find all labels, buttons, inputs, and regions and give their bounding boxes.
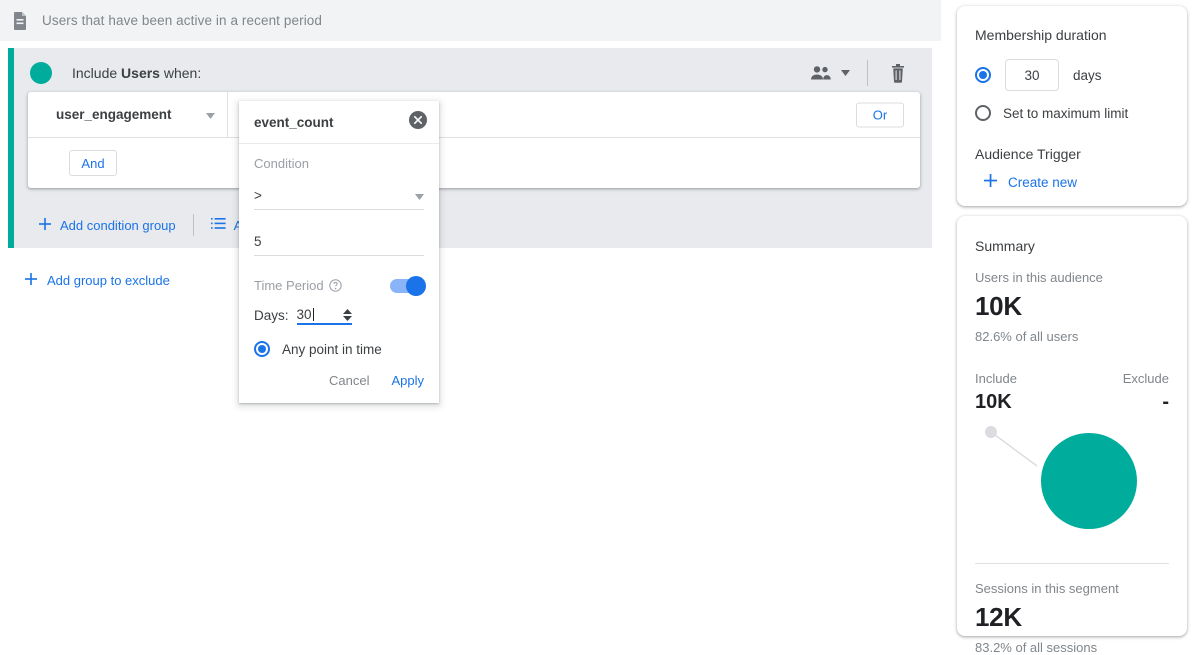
group-toolbar — [805, 48, 914, 98]
duration-days-input[interactable]: 30 — [1005, 59, 1059, 91]
popover-actions: Cancel Apply — [239, 357, 439, 403]
plus-icon — [983, 173, 998, 191]
people-icon[interactable] — [805, 57, 837, 89]
sessions-block: Sessions in this segment 12K 83.2% of al… — [975, 581, 1169, 655]
summary-divider — [975, 563, 1169, 564]
create-new-trigger-link[interactable]: Create new — [983, 173, 1169, 191]
max-limit-option[interactable]: Set to maximum limit — [975, 105, 1169, 121]
include-label: Include — [975, 371, 1017, 386]
toggle-knob — [406, 276, 426, 296]
condition-editor-popover: event_count Condition > 5 Time Period — [239, 101, 439, 403]
summary-card: Summary Users in this audience 10K 82.6%… — [957, 216, 1187, 636]
operator-value: > — [254, 188, 415, 203]
days-value: 30 — [297, 307, 343, 322]
membership-duration-card: Membership duration 30 days Set to maxim… — [957, 6, 1187, 206]
include-scope: Users — [121, 65, 160, 81]
max-limit-label: Set to maximum limit — [1003, 106, 1128, 121]
days-label: Days: — [254, 308, 289, 325]
or-button[interactable]: Or — [856, 102, 904, 127]
sequence-list-icon — [211, 217, 226, 233]
include-condition-group: Include Users when: — [8, 48, 932, 248]
condition-card: user_engagement Or And — [28, 92, 920, 188]
add-condition-group-link[interactable]: Add condition group — [38, 217, 176, 234]
group-color-dot — [30, 62, 52, 84]
apply-button[interactable]: Apply — [391, 373, 424, 388]
radio-selected-icon — [254, 341, 270, 357]
time-period-label: Time Period — [254, 278, 324, 293]
duration-days-unit: days — [1073, 68, 1102, 83]
page-title: Users that have been active in a recent … — [42, 13, 322, 28]
toolbar-divider — [867, 60, 868, 86]
dropdown-arrow-icon — [415, 188, 424, 203]
operator-select[interactable]: > — [254, 181, 424, 210]
include-group-header: Include Users when: — [14, 48, 932, 98]
add-group-to-exclude-link[interactable]: Add group to exclude — [24, 272, 170, 289]
add-group-to-exclude-label: Add group to exclude — [47, 273, 170, 288]
page-header: Users that have been active in a recent … — [0, 0, 941, 41]
and-row: And — [28, 138, 920, 188]
exclude-value: - — [1162, 391, 1169, 414]
value-text: 5 — [254, 234, 424, 249]
help-circle-icon[interactable] — [329, 279, 342, 292]
any-point-in-time-label: Any point in time — [282, 342, 382, 357]
plus-icon — [24, 272, 38, 289]
time-period-row: Time Period — [254, 278, 424, 293]
scope-chevron-down-icon[interactable] — [837, 57, 853, 89]
create-new-label: Create new — [1008, 175, 1077, 190]
value-input[interactable]: 5 — [254, 227, 424, 256]
description-icon — [8, 9, 32, 33]
popover-body: Condition > 5 Time Period — [239, 144, 439, 357]
sessions-percent: 83.2% of all sessions — [975, 640, 1169, 655]
links-divider — [193, 214, 194, 236]
close-circle-icon[interactable] — [409, 111, 427, 134]
duration-radio[interactable] — [975, 67, 991, 83]
duration-row: 30 days — [975, 59, 1169, 91]
dimension-select[interactable]: user_engagement — [28, 92, 228, 137]
condition-row: user_engagement Or — [28, 92, 920, 138]
dimension-label: user_engagement — [56, 107, 206, 122]
include-exclude-headers: Include Exclude — [975, 371, 1169, 386]
include-prefix: Include — [72, 65, 117, 81]
trash-icon[interactable] — [882, 57, 914, 89]
audience-venn-diagram — [975, 416, 1169, 561]
exclude-label: Exclude — [1123, 371, 1169, 386]
popover-header: event_count — [239, 101, 439, 144]
dropdown-arrow-icon — [206, 106, 215, 124]
radio-unselected-icon — [975, 105, 991, 121]
plus-icon — [38, 217, 52, 234]
membership-duration-title: Membership duration — [975, 27, 1169, 43]
and-button[interactable]: And — [69, 150, 117, 176]
cancel-button[interactable]: Cancel — [329, 373, 369, 388]
users-caption: Users in this audience — [975, 270, 1169, 285]
time-period-toggle[interactable] — [390, 279, 424, 293]
add-condition-group-label: Add condition group — [60, 218, 176, 233]
popover-title: event_count — [254, 115, 409, 130]
days-input[interactable]: 30 — [297, 307, 352, 325]
include-value: 10K — [975, 391, 1012, 414]
include-exclude-values: 10K - — [975, 391, 1169, 414]
summary-title: Summary — [975, 238, 1169, 254]
days-row: Days: 30 — [254, 307, 424, 325]
users-percent: 82.6% of all users — [975, 329, 1169, 344]
include-suffix: when: — [164, 65, 201, 81]
include-group-label: Include Users when: — [72, 65, 201, 81]
stepper-arrows-icon[interactable] — [343, 309, 352, 321]
any-point-in-time-radio[interactable]: Any point in time — [254, 341, 424, 357]
condition-field-label: Condition — [254, 156, 424, 171]
sessions-caption: Sessions in this segment — [975, 581, 1169, 596]
users-value: 10K — [975, 291, 1169, 322]
audience-trigger-title: Audience Trigger — [975, 146, 1169, 162]
